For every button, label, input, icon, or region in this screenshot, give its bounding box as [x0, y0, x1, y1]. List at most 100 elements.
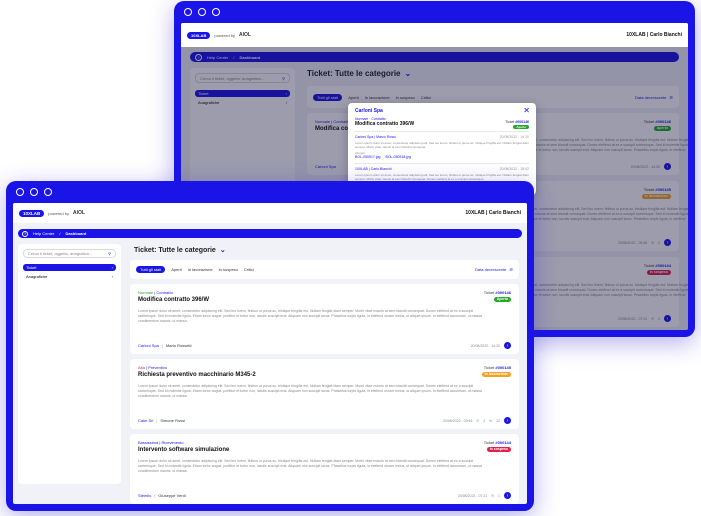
ticket-date: 20/08/2022 - 09:46 [443, 418, 473, 423]
window-dot-icon [184, 8, 192, 16]
status-badge: In lavorazione [481, 372, 511, 377]
open-ticket-icon[interactable]: › [504, 417, 511, 424]
ticket-company[interactable]: Stemilo [138, 493, 151, 498]
ticket-level: Normale [138, 290, 154, 295]
attachment-icon: ⎘ [491, 493, 495, 498]
ticket-id: #000146 [495, 290, 511, 295]
ticket-category: Bassissima | Ricevimento [138, 440, 184, 445]
app-header: 10XLAB powered by AIOL 10XLAB | Carlo Bi… [181, 23, 688, 47]
message-date: 20/08/2022 - 14:20 [499, 135, 529, 139]
window-dot-icon [44, 188, 52, 196]
page-title[interactable]: Ticket: Tutte le categorie ⌄ [134, 246, 226, 255]
sidebar-item-ticket[interactable]: Ticket › [23, 264, 116, 271]
filter-in-progress[interactable]: In lavorazione [188, 267, 213, 272]
comment-count: 12 [496, 418, 500, 423]
ticket-person: Simone Rossi [160, 418, 186, 423]
ticket-card[interactable]: Bassissima | Ricevimento Intervento soft… [130, 434, 519, 504]
ticket-number: Ticket #000146 [484, 290, 511, 295]
ticket-person: Giuseppe Verdi [158, 493, 186, 498]
chevron-down-icon: ⌄ [219, 247, 226, 254]
ticket-footer: Carloni Spa | Mario Rossetti [138, 343, 192, 348]
page-title-text: Ticket: Tutte le categorie [134, 246, 216, 254]
brand: 10XLAB powered by AIOL [187, 31, 251, 39]
open-ticket-icon[interactable]: › [504, 492, 511, 499]
sort-dropdown[interactable]: Data decrescente ☰ [475, 267, 513, 272]
message: Carloni Spa | Marco Rossi 20/08/2022 - 1… [355, 131, 529, 159]
attachment-link[interactable]: BOL-050518.jpg [386, 155, 412, 159]
sidebar-item-label: Ticket [26, 265, 37, 270]
ticket-card[interactable]: Alta | Preventivo Richiesta preventivo m… [130, 359, 519, 429]
sort-icon: ☰ [509, 267, 513, 272]
ticket-label: Ticket [483, 365, 495, 370]
ticket-number: Ticket #000144 [484, 440, 511, 445]
ticket-level: Bassissima [138, 440, 159, 445]
window-titlebar [174, 1, 695, 23]
search-input[interactable]: Cerca ti ticket, oggetto, anagrafica... … [23, 249, 116, 258]
ticket-title: Intervento software simulazione [138, 447, 230, 453]
help-icon: ? [22, 230, 28, 237]
ticket-category-name: Ricevimento [161, 440, 184, 445]
ticket-title: Richiesta preventivo macchinario M345-2 [138, 372, 256, 378]
powered-by-logo: AIOL [239, 32, 251, 38]
status-badge: Aperto [493, 297, 511, 302]
filter-all[interactable]: Tutti gli stati [136, 266, 166, 273]
message-text: Lorem ipsum dolor sit amet, consectetur … [355, 173, 529, 181]
close-icon[interactable]: ✕ [523, 106, 530, 115]
ticket-person: Mario Rossetti [165, 343, 192, 348]
attachments-list: BOL-050517.jpg BOL-050518.jpg [355, 155, 529, 159]
breadcrumb-separator: / [59, 231, 61, 236]
brand-logo[interactable]: 10XLAB [19, 209, 45, 217]
filter-suspended[interactable]: In sospeso [219, 267, 238, 272]
ticket-category-name: Contratto [156, 290, 173, 295]
brand-logo[interactable]: 10XLAB [187, 31, 211, 39]
ticket-level: Alta [138, 365, 145, 370]
message-author: 10XLAB | Carlo Bianchi [355, 167, 392, 171]
open-ticket-icon[interactable]: › [504, 342, 511, 349]
window-titlebar [6, 181, 534, 203]
ticket-description: Lorem ipsum dolor sit amet, consectetur … [138, 309, 482, 323]
attachment-count: 1 [498, 493, 500, 498]
sidebar-item-label: Anagrafiche [26, 274, 48, 279]
ticket-id: #000145 [495, 365, 511, 370]
attachment-icon: ⎘ [476, 418, 480, 423]
modal-title: Carloni Spa [355, 108, 383, 114]
sidebar-item-anagrafiche[interactable]: Anagrafiche › [23, 273, 116, 280]
modal-ticket-label: Ticket [505, 120, 515, 124]
filter-critical[interactable]: Critici [244, 267, 254, 272]
message-author: Carloni Spa | Marco Rossi [355, 135, 396, 139]
powered-by-label: powered by [214, 32, 236, 38]
ticket-footer: Stemilo | Giuseppe Verdi [138, 493, 186, 498]
ticket-number: Ticket #000145 [484, 365, 511, 370]
powered-by-logo: AIOL [72, 210, 85, 216]
attachment-count: 2 [483, 418, 486, 423]
ticket-meta: 20/08/2022 - 09:46 ⎘ 2 ✉ 12 › [443, 417, 511, 424]
search-placeholder: Cerca ti ticket, oggetto, anagrafica... [28, 251, 93, 256]
window-dot-icon [198, 8, 206, 16]
user-name[interactable]: 10XLAB | Carlo Bianchi [626, 32, 682, 38]
ticket-description: Lorem ipsum dolor sit amet, consectetur … [138, 459, 482, 473]
ticket-meta: 20/08/2022 - 07:21 ⎘ 1 › [458, 492, 511, 499]
modal-ticket-id: #000146 [515, 120, 529, 124]
modal-ticket-number: Ticket #000146 [505, 120, 529, 124]
ticket-label: Ticket [483, 440, 495, 445]
ticket-description: Lorem ipsum dolor sit amet, consectetur … [138, 384, 482, 398]
message-text: Lorem ipsum dolor sit amet, consectetur … [355, 141, 529, 149]
app-screen: 10XLAB powered by AIOL 10XLAB | Carlo Bi… [13, 203, 527, 504]
sidebar: Cerca ti ticket, oggetto, anagrafica... … [18, 244, 121, 484]
filter-open[interactable]: Aperti [171, 267, 181, 272]
window-dot-icon [30, 188, 38, 196]
ticket-card[interactable]: Normale | Contratto Modifica contratto 3… [130, 284, 519, 354]
user-name[interactable]: 10XLAB | Carlo Bianchi [465, 210, 521, 216]
status-badge: In sospeso [486, 447, 511, 452]
front-window: 10XLAB powered by AIOL 10XLAB | Carlo Bi… [6, 181, 534, 511]
window-dot-icon [16, 188, 24, 196]
attachment-link[interactable]: BOL-050517.jpg [355, 155, 381, 159]
separator: | [156, 418, 158, 423]
ticket-category: Alta | Preventivo [138, 365, 168, 370]
app-header: 10XLAB powered by AIOL 10XLAB | Carlo Bi… [13, 203, 527, 223]
ticket-company[interactable]: Carloni Spa [138, 343, 159, 348]
ticket-company[interactable]: Calm Srl [138, 418, 153, 423]
ticket-category: Normale | Contratto [138, 290, 173, 295]
breadcrumb-root[interactable]: Help Center [33, 231, 54, 236]
ticket-date: 20/08/2022 - 14:20 [470, 343, 500, 348]
